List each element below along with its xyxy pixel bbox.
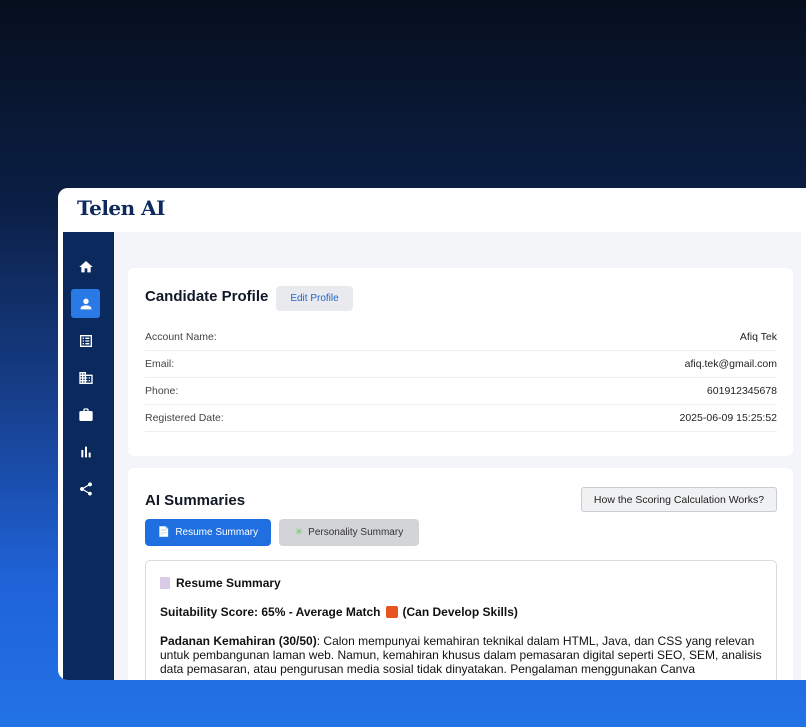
candidate-profile-card: Candidate Profile Edit Profile Account N…: [128, 268, 793, 456]
profile-row-account-name: Account Name: Afiq Tek: [145, 324, 777, 351]
sparkle-icon: ✳: [294, 527, 304, 538]
sidebar-item-analytics[interactable]: [71, 437, 100, 466]
sidebar-item-list[interactable]: [71, 326, 100, 355]
bar-chart-icon: [80, 446, 91, 457]
field-label: Email:: [145, 358, 175, 370]
sidebar-item-company[interactable]: [71, 363, 100, 392]
how-scoring-works-button[interactable]: How the Scoring Calculation Works?: [581, 487, 777, 512]
main-content: Candidate Profile Edit Profile Account N…: [114, 232, 801, 680]
ai-summaries-card: AI Summaries How the Scoring Calculation…: [128, 468, 793, 680]
profile-row-phone: Phone: 601912345678: [145, 378, 777, 405]
field-value: 601912345678: [706, 385, 777, 397]
skill-match-section: Padanan Kemahiran (30/50): Calon mempuny…: [160, 634, 762, 676]
app-window: Telen AI Candidate Profile Edit Profile: [58, 188, 806, 680]
field-value: 2025-06-09 15:25:52: [679, 412, 778, 424]
tab-label: Resume Summary: [175, 527, 259, 538]
profile-title: Candidate Profile: [145, 288, 269, 305]
tab-resume-summary[interactable]: 📄 Resume Summary: [145, 519, 271, 546]
sidebar-item-profile[interactable]: [71, 289, 100, 318]
briefcase-icon: [78, 407, 93, 421]
field-value: afiq.tek@gmail.com: [684, 358, 777, 370]
tab-label: Personality Summary: [308, 527, 404, 538]
document-icon: 📄: [157, 527, 171, 538]
score-text: Suitability Score: 65% - Average Match: [160, 605, 381, 619]
field-label: Phone:: [145, 385, 179, 397]
sidebar-item-jobs[interactable]: [71, 400, 100, 429]
resume-summary-panel: Resume Summary Suitability Score: 65% - …: [145, 560, 777, 680]
top-bar: Telen AI: [58, 188, 806, 232]
profile-row-registered-date: Registered Date: 2025-06-09 15:25:52: [145, 405, 777, 432]
share-icon: [79, 481, 92, 496]
score-indicator-icon: [385, 606, 398, 618]
list-icon: [79, 334, 92, 347]
sidebar-item-home[interactable]: [71, 252, 100, 281]
suitability-score: Suitability Score: 65% - Average Match (…: [160, 605, 762, 619]
field-label: Registered Date:: [145, 412, 224, 424]
summary-heading: Resume Summary: [160, 576, 762, 590]
person-icon: [80, 298, 91, 309]
document-icon: [160, 577, 170, 589]
summaries-title: AI Summaries: [145, 492, 246, 509]
profile-row-email: Email: afiq.tek@gmail.com: [145, 351, 777, 378]
sidebar-item-share[interactable]: [71, 474, 100, 503]
field-label: Account Name:: [145, 331, 217, 343]
score-suffix: (Can Develop Skills): [402, 605, 518, 619]
sidebar: [63, 232, 114, 680]
app-logo: Telen AI: [77, 196, 166, 220]
edit-profile-button[interactable]: Edit Profile: [276, 286, 353, 311]
section-title: Padanan Kemahiran (30/50): [160, 634, 317, 648]
building-icon: [78, 371, 93, 384]
summary-heading-text: Resume Summary: [176, 576, 281, 590]
home-icon: [78, 260, 93, 272]
field-value: Afiq Tek: [739, 331, 777, 343]
tab-personality-summary[interactable]: ✳ Personality Summary: [279, 519, 419, 546]
